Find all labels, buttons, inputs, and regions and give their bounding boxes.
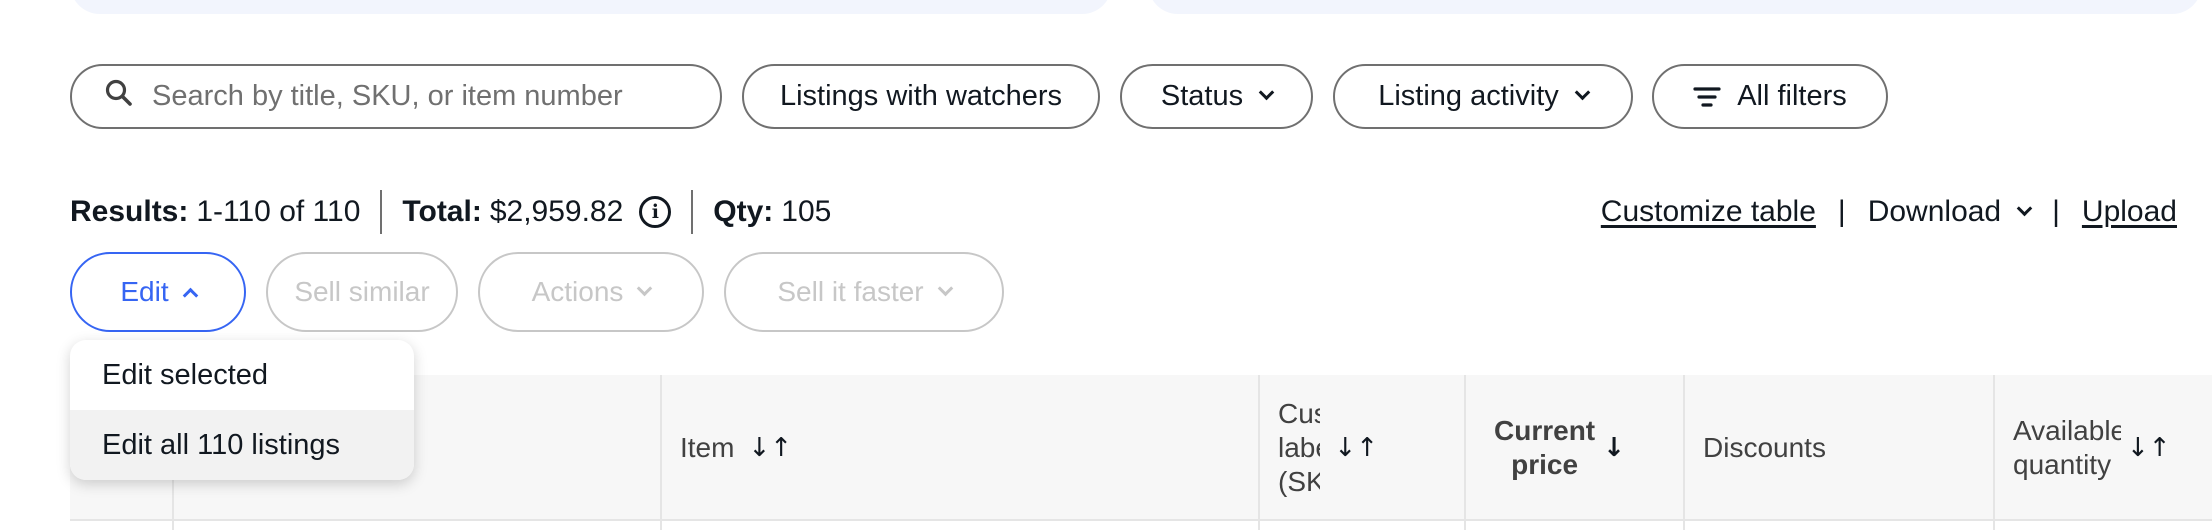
- item-column-label: Item: [680, 432, 735, 463]
- sku-label-line1: Custom: [1278, 398, 1320, 429]
- actions-button[interactable]: Actions: [478, 252, 704, 332]
- column-divider: [660, 375, 662, 530]
- chevron-down-icon: [637, 280, 653, 296]
- edit-button[interactable]: Edit: [70, 252, 246, 332]
- top-summary-card-left: [70, 0, 1112, 14]
- search-icon: [104, 78, 134, 116]
- menu-item-edit-all-listings[interactable]: Edit all 110 listings: [70, 410, 414, 480]
- available-quantity-column-label: Available quantity: [2013, 414, 2121, 482]
- discounts-column-label: Discounts: [1703, 432, 1826, 463]
- qty-label: Qty:: [713, 195, 774, 228]
- all-filters-label: All filters: [1737, 80, 1847, 112]
- menu-item-edit-selected[interactable]: Edit selected: [70, 340, 414, 410]
- link-separator: |: [2052, 195, 2060, 228]
- sell-similar-button[interactable]: Sell similar: [266, 252, 458, 332]
- filter-lines-icon: [1693, 85, 1721, 109]
- status-filter[interactable]: Status: [1120, 64, 1313, 129]
- upload-link[interactable]: Upload: [2082, 195, 2177, 229]
- sell-similar-label: Sell similar: [294, 276, 430, 307]
- sort-icon[interactable]: ↓↑: [748, 433, 792, 463]
- all-filters-button[interactable]: All filters: [1652, 64, 1888, 129]
- column-header-sku[interactable]: Custom label (SKU) ↓↑: [1278, 375, 1378, 521]
- actions-label: Actions: [531, 276, 624, 307]
- summary-divider: [691, 190, 694, 234]
- column-divider: [1683, 375, 1685, 530]
- status-filter-label: Status: [1160, 80, 1244, 112]
- edit-label: Edit: [120, 276, 169, 307]
- chevron-down-icon: [937, 280, 953, 296]
- results-value: 1-110 of 110: [196, 195, 361, 228]
- search-placeholder: Search by title, SKU, or item number: [152, 80, 623, 112]
- column-divider: [1993, 375, 1995, 530]
- sell-it-faster-button[interactable]: Sell it faster: [724, 252, 1004, 332]
- current-price-column-label: Current price: [1494, 414, 1595, 482]
- column-header-discounts: Discounts: [1703, 375, 1826, 521]
- sell-it-faster-label: Sell it faster: [777, 276, 924, 307]
- results-label: Results:: [70, 195, 189, 228]
- price-label-line1: Current: [1494, 415, 1596, 446]
- info-glyph: i: [651, 201, 659, 223]
- customize-table-link[interactable]: Customize table: [1601, 195, 1816, 229]
- column-header-current-price[interactable]: Current price ↓: [1494, 375, 1625, 521]
- top-summary-card-right: [1148, 0, 2202, 14]
- watchers-filter-label: Listings with watchers: [779, 80, 1063, 112]
- chevron-down-icon: [1574, 84, 1591, 101]
- total-value: $2,959.82: [489, 195, 624, 228]
- column-header-available-quantity[interactable]: Available quantity ↓↑: [2013, 375, 2171, 521]
- link-separator: |: [1837, 195, 1846, 228]
- sort-icon[interactable]: ↓↑: [1334, 433, 1378, 463]
- summary-divider: [380, 190, 383, 234]
- info-circle-icon[interactable]: i: [639, 196, 672, 228]
- sku-label-line2: label: [1278, 432, 1320, 463]
- results-summary: Results: 1-110 of 110 Total: $2,959.82 i…: [70, 190, 831, 234]
- column-header-item[interactable]: Item ↓↑: [680, 375, 792, 521]
- search-input[interactable]: Search by title, SKU, or item number: [70, 64, 722, 129]
- listings-with-watchers-filter[interactable]: Listings with watchers: [742, 64, 1100, 129]
- download-label: Download: [1867, 195, 2002, 228]
- edit-dropdown-menu: Edit selected Edit all 110 listings: [70, 340, 414, 480]
- listing-activity-label: Listing activity: [1378, 80, 1559, 112]
- chevron-up-icon: [182, 287, 198, 303]
- sku-label-line3: (SKU): [1278, 466, 1321, 497]
- price-label-line2: price: [1511, 449, 1579, 480]
- avail-label-line1: Available: [2013, 415, 2121, 446]
- download-menu[interactable]: Download: [1867, 195, 2033, 229]
- listing-activity-filter[interactable]: Listing activity: [1333, 64, 1633, 129]
- sku-column-label: Custom label (SKU): [1278, 397, 1320, 499]
- sort-descending-icon[interactable]: ↓: [1603, 433, 1625, 463]
- total-label: Total:: [402, 195, 482, 228]
- column-divider: [1258, 375, 1260, 530]
- table-links: Customize table | Download | Upload: [1601, 190, 2177, 234]
- chevron-down-icon: [1258, 84, 1275, 101]
- sort-icon[interactable]: ↓↑: [2127, 433, 2171, 463]
- chevron-down-icon: [2016, 200, 2033, 216]
- qty-value: 105: [781, 195, 832, 228]
- column-divider: [1464, 375, 1466, 530]
- avail-label-line2: quantity: [2013, 449, 2112, 480]
